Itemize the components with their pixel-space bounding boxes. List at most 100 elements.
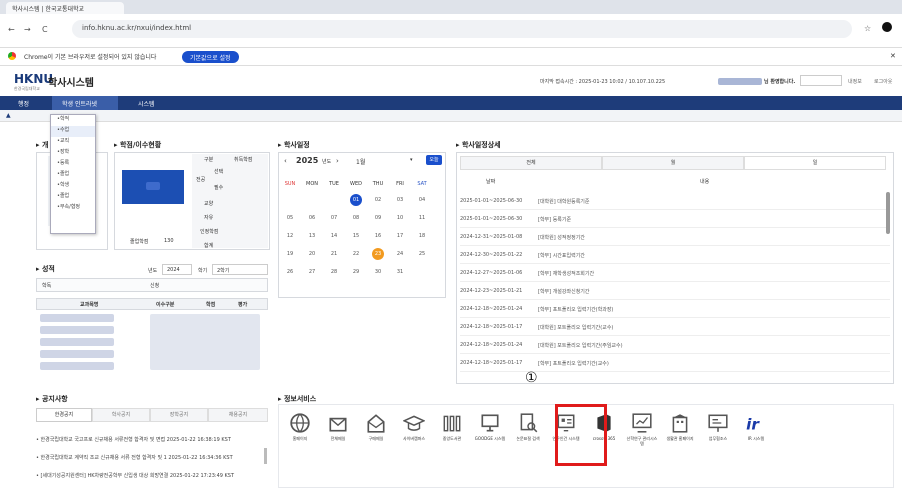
notice-item[interactable]: • [세대기성공지원센터] HK차량전공학부 신입생 대상 희망연결 2025-… bbox=[36, 472, 268, 479]
schedule-tab-all[interactable]: 전체 bbox=[460, 156, 602, 170]
schedule-row[interactable]: 2024-12-27~2025-01-06 [학부] 재학생성적조회기간 bbox=[460, 266, 890, 282]
browser-tab[interactable]: 학사시스템 | 한국교통대학교 bbox=[6, 2, 124, 14]
calendar-day[interactable]: 05 bbox=[282, 215, 298, 221]
calendar-day[interactable]: 22 bbox=[348, 251, 364, 257]
calendar-day[interactable]: 25 bbox=[414, 251, 430, 257]
schedule-row[interactable]: 2024-12-18~2025-01-24 [학부] 포트폴리오 입력기간(학과장… bbox=[460, 302, 890, 318]
calendar-day[interactable]: 26 bbox=[282, 269, 298, 275]
calendar-day[interactable]: 08 bbox=[348, 215, 364, 221]
schedule-tab-month[interactable]: 월 bbox=[602, 156, 744, 170]
grades-year-select[interactable]: 2024 bbox=[162, 264, 192, 275]
menu-item-scholarship[interactable]: •장학 bbox=[51, 148, 95, 159]
notice-tab-academic[interactable]: 학사공지 bbox=[92, 408, 150, 422]
chart-screen-icon bbox=[632, 413, 652, 433]
menu-item-affiliation[interactable]: •부속/협정 bbox=[51, 203, 95, 214]
main-navbar bbox=[0, 96, 902, 110]
menu-item-student[interactable]: •학생 bbox=[51, 181, 95, 192]
calendar-day[interactable]: 30 bbox=[370, 269, 386, 275]
calendar-day[interactable]: 03 bbox=[392, 197, 408, 203]
schedule-row[interactable]: 2024-12-23~2025-01-21 [학부] 개설강좌신청기간 bbox=[460, 284, 890, 300]
today-button[interactable]: 오늘 bbox=[426, 155, 442, 165]
menu-item-record[interactable]: •학적 bbox=[51, 115, 95, 126]
service-item[interactable]: 생활관 홈페이지 bbox=[664, 412, 696, 441]
calendar-day[interactable]: 02 bbox=[370, 197, 386, 203]
schedule-tab-day[interactable]: 일 bbox=[744, 156, 886, 170]
home-icon[interactable]: ▲ bbox=[6, 112, 11, 119]
calendar-day[interactable]: 07 bbox=[326, 215, 342, 221]
reload-button[interactable]: C bbox=[42, 25, 48, 34]
calendar-day[interactable]: 27 bbox=[304, 269, 320, 275]
service-item[interactable]: 산학연구 관리시스템 bbox=[626, 412, 658, 446]
nav-admin[interactable]: 행정 bbox=[18, 99, 29, 108]
service-item[interactable]: 사이버캠퍼스 bbox=[398, 412, 430, 441]
calendar-day[interactable]: 24 bbox=[392, 251, 408, 257]
back-button[interactable]: ← bbox=[8, 25, 15, 34]
schedule-scrollbar[interactable] bbox=[886, 192, 890, 234]
logout-link[interactable]: 로그아웃 bbox=[874, 78, 892, 85]
calendar-day[interactable]: 18 bbox=[414, 233, 430, 239]
my-info-link[interactable]: 내정보 bbox=[848, 78, 862, 85]
set-default-button[interactable]: 기본값으로 설정 bbox=[182, 51, 239, 63]
service-item[interactable]: 구매메일 bbox=[360, 412, 392, 441]
calendar-day[interactable]: 12 bbox=[282, 233, 298, 239]
nav-system[interactable]: 시스템 bbox=[138, 99, 155, 108]
next-year-icon[interactable]: › bbox=[336, 157, 339, 165]
calendar-day[interactable]: 10 bbox=[392, 215, 408, 221]
calendar-day[interactable]: 20 bbox=[304, 251, 320, 257]
menu-item-registration[interactable]: •등록 bbox=[51, 159, 95, 170]
notice-tab-hiring[interactable]: 채용공지 bbox=[208, 408, 268, 422]
notice-item[interactable]: • 한경국립대학교 계약직 조교 신규채용 서류 전형 합격자 및 1 2025… bbox=[36, 454, 268, 461]
month-dropdown-icon[interactable]: ▾ bbox=[410, 157, 413, 163]
calendar-month[interactable]: 1월 bbox=[356, 157, 365, 166]
address-bar[interactable]: info.hknu.ac.kr/nxui/index.html bbox=[72, 20, 852, 38]
service-item[interactable]: 전체메일 bbox=[322, 412, 354, 441]
service-item[interactable]: 중앙도서관 bbox=[436, 412, 468, 441]
calendar-day[interactable]: 14 bbox=[326, 233, 342, 239]
calendar-day[interactable]: 16 bbox=[370, 233, 386, 239]
schedule-row[interactable]: 2024-12-18~2025-01-17 [대학원] 포트폴리오 입력기간(교수… bbox=[460, 320, 890, 336]
calendar-day[interactable]: 31 bbox=[392, 269, 408, 275]
prev-year-icon[interactable]: ‹ bbox=[284, 157, 287, 165]
grades-head-course: 교과목명 bbox=[80, 302, 99, 308]
profile-avatar[interactable] bbox=[882, 22, 892, 32]
service-item[interactable]: 홈페이지 bbox=[284, 412, 316, 441]
calendar-day[interactable]: 23 bbox=[372, 248, 384, 260]
menu-item-graduation[interactable]: •졸업 bbox=[51, 170, 95, 181]
schedule-row[interactable]: 2025-01-01~2025-06-30 [대학원] 대학원등록기준 bbox=[460, 194, 890, 210]
calendar-day[interactable]: 19 bbox=[282, 251, 298, 257]
schedule-row[interactable]: 2024-12-30~2025-01-22 [학부] 시간표입력기간 bbox=[460, 248, 890, 264]
menu-item-graduation-2[interactable]: •졸업 bbox=[51, 192, 95, 203]
user-select[interactable] bbox=[800, 75, 842, 86]
service-item[interactable]: ir IR 시스템 bbox=[740, 412, 772, 441]
notice-scrollbar[interactable] bbox=[264, 448, 267, 464]
schedule-row[interactable]: 2024-12-18~2025-01-24 [대학원] 포트폴리오 입력기간(주임… bbox=[460, 338, 890, 354]
service-item[interactable]: GOODGE 시스템 bbox=[474, 412, 506, 441]
calendar-day[interactable]: 13 bbox=[304, 233, 320, 239]
close-icon[interactable]: ✕ bbox=[890, 52, 896, 60]
grades-term-select[interactable]: 2학기 bbox=[212, 264, 268, 275]
calendar-day[interactable]: 15 bbox=[348, 233, 364, 239]
service-item[interactable]: 업무협조스 bbox=[702, 412, 734, 441]
star-icon[interactable]: ☆ bbox=[864, 24, 871, 33]
calendar-day[interactable]: 28 bbox=[326, 269, 342, 275]
nav-student-intranet[interactable]: 학생 인트라넷 bbox=[62, 99, 97, 108]
mail-icon bbox=[329, 417, 347, 432]
schedule-row[interactable]: 2024-12-31~2025-01-08 [대학원] 성적정정기간 bbox=[460, 230, 890, 246]
calendar-day[interactable]: 01 bbox=[350, 194, 362, 206]
calendar-day[interactable]: 06 bbox=[304, 215, 320, 221]
calendar-day[interactable]: 04 bbox=[414, 197, 430, 203]
calendar-day[interactable]: 17 bbox=[392, 233, 408, 239]
schedule-row[interactable]: 2025-01-01~2025-06-30 [학부] 등록기준 bbox=[460, 212, 890, 228]
notice-tab-hk[interactable]: 한경공지 bbox=[36, 408, 92, 422]
forward-button[interactable]: → bbox=[24, 25, 31, 34]
calendar-day[interactable]: 11 bbox=[414, 215, 430, 221]
schedule-date: 2024-12-18~2025-01-17 bbox=[460, 360, 523, 366]
notice-item[interactable]: • 한경국립대학교 국고프로 신규채용 서류전형 합격자 및 면접 2025-0… bbox=[36, 436, 268, 443]
menu-item-teaching[interactable]: •교직 bbox=[51, 137, 95, 148]
notice-tab-scholarship[interactable]: 장학공지 bbox=[150, 408, 208, 422]
menu-item-class[interactable]: •수업 bbox=[51, 126, 95, 137]
calendar-day[interactable]: 29 bbox=[348, 269, 364, 275]
calendar-day[interactable]: 21 bbox=[326, 251, 342, 257]
service-item[interactable]: 논문표절 검색 bbox=[512, 412, 544, 441]
calendar-day[interactable]: 09 bbox=[370, 215, 386, 221]
